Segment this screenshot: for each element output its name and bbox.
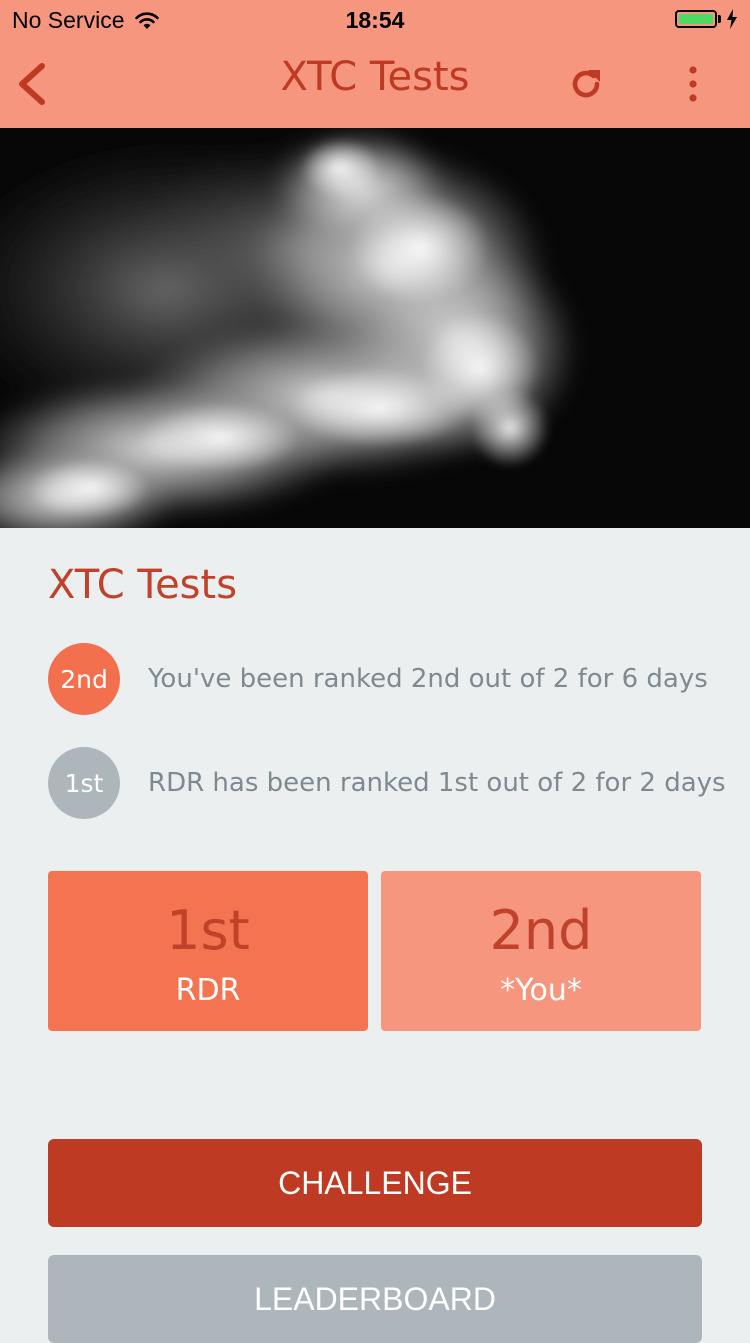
leaderboard-button[interactable]: LEADERBOARD (48, 1255, 702, 1343)
nav-bar: XTC Tests (0, 40, 750, 128)
challenge-button[interactable]: CHALLENGE (48, 1139, 702, 1227)
ranking-row-rdr: 1st RDR has been ranked 1st out of 2 for… (48, 747, 728, 819)
player-card-rdr[interactable]: 1st RDR (48, 871, 368, 1031)
nav-title: XTC Tests (280, 54, 470, 100)
battery-icon (675, 10, 717, 28)
rank-badge: 1st (48, 747, 120, 819)
rank-description: RDR has been ranked 1st out of 2 for 2 d… (148, 768, 726, 798)
battery-cap (718, 15, 721, 23)
card-name: RDR (175, 973, 241, 1008)
player-card-you[interactable]: 2nd *You* (381, 871, 701, 1031)
card-place: 1st (166, 899, 250, 962)
refresh-icon[interactable] (566, 64, 606, 104)
more-vertical-icon[interactable] (680, 62, 706, 106)
hero-cloud-image (0, 128, 750, 528)
card-name: *You* (500, 973, 582, 1008)
card-place: 2nd (489, 899, 593, 962)
ranking-row-you: 2nd You've been ranked 2nd out of 2 for … (48, 643, 728, 715)
battery-level (679, 14, 713, 24)
rank-badge: 2nd (48, 643, 120, 715)
status-right (675, 9, 738, 29)
status-bar: No Service 18:54 (0, 0, 750, 40)
clock: 18:54 (345, 7, 405, 33)
cloud-illustration (0, 128, 750, 528)
section-title: XTC Tests (48, 562, 238, 608)
rank-description: You've been ranked 2nd out of 2 for 6 da… (148, 664, 708, 694)
charging-bolt-icon (727, 9, 737, 29)
